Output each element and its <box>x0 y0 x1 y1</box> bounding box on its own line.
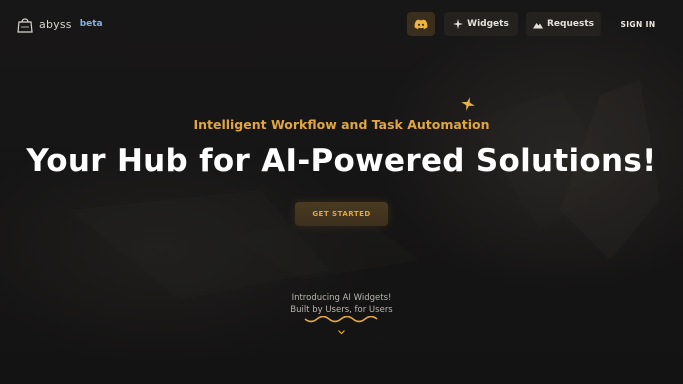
brand-name: abyss <box>39 17 72 31</box>
chevron-down-icon[interactable] <box>337 329 346 336</box>
intro-line-2: Built by Users, for Users <box>290 305 393 315</box>
logo[interactable]: abyss beta <box>15 13 103 35</box>
sparkle-star-icon <box>461 97 475 111</box>
sparkle-icon <box>453 19 464 29</box>
get-started-button[interactable]: GET STARTED <box>295 202 388 226</box>
intro-text: Introducing AI Widgets! Built by Users, … <box>0 292 683 316</box>
squiggle-underline <box>304 316 378 323</box>
mountain-icon <box>532 22 543 28</box>
discord-button[interactable] <box>407 12 435 36</box>
intro-line-1: Introducing AI Widgets! <box>291 293 392 303</box>
hero-title: Your Hub for AI-Powered Solutions! <box>26 143 657 179</box>
discord-icon <box>414 19 428 29</box>
nav-widgets-label: Widgets <box>467 19 509 29</box>
bag-logo-icon <box>17 18 33 33</box>
nav-requests-button[interactable]: Requests <box>526 12 601 36</box>
sign-in-link[interactable]: SIGN IN <box>612 12 664 36</box>
nav-requests-label: Requests <box>546 19 594 29</box>
beta-badge: beta <box>79 19 103 29</box>
hero-subtitle: Intelligent Workflow and Task Automation <box>193 117 490 132</box>
nav-widgets-button[interactable]: Widgets <box>444 12 518 36</box>
background-shapes <box>70 80 660 300</box>
background <box>0 0 683 384</box>
